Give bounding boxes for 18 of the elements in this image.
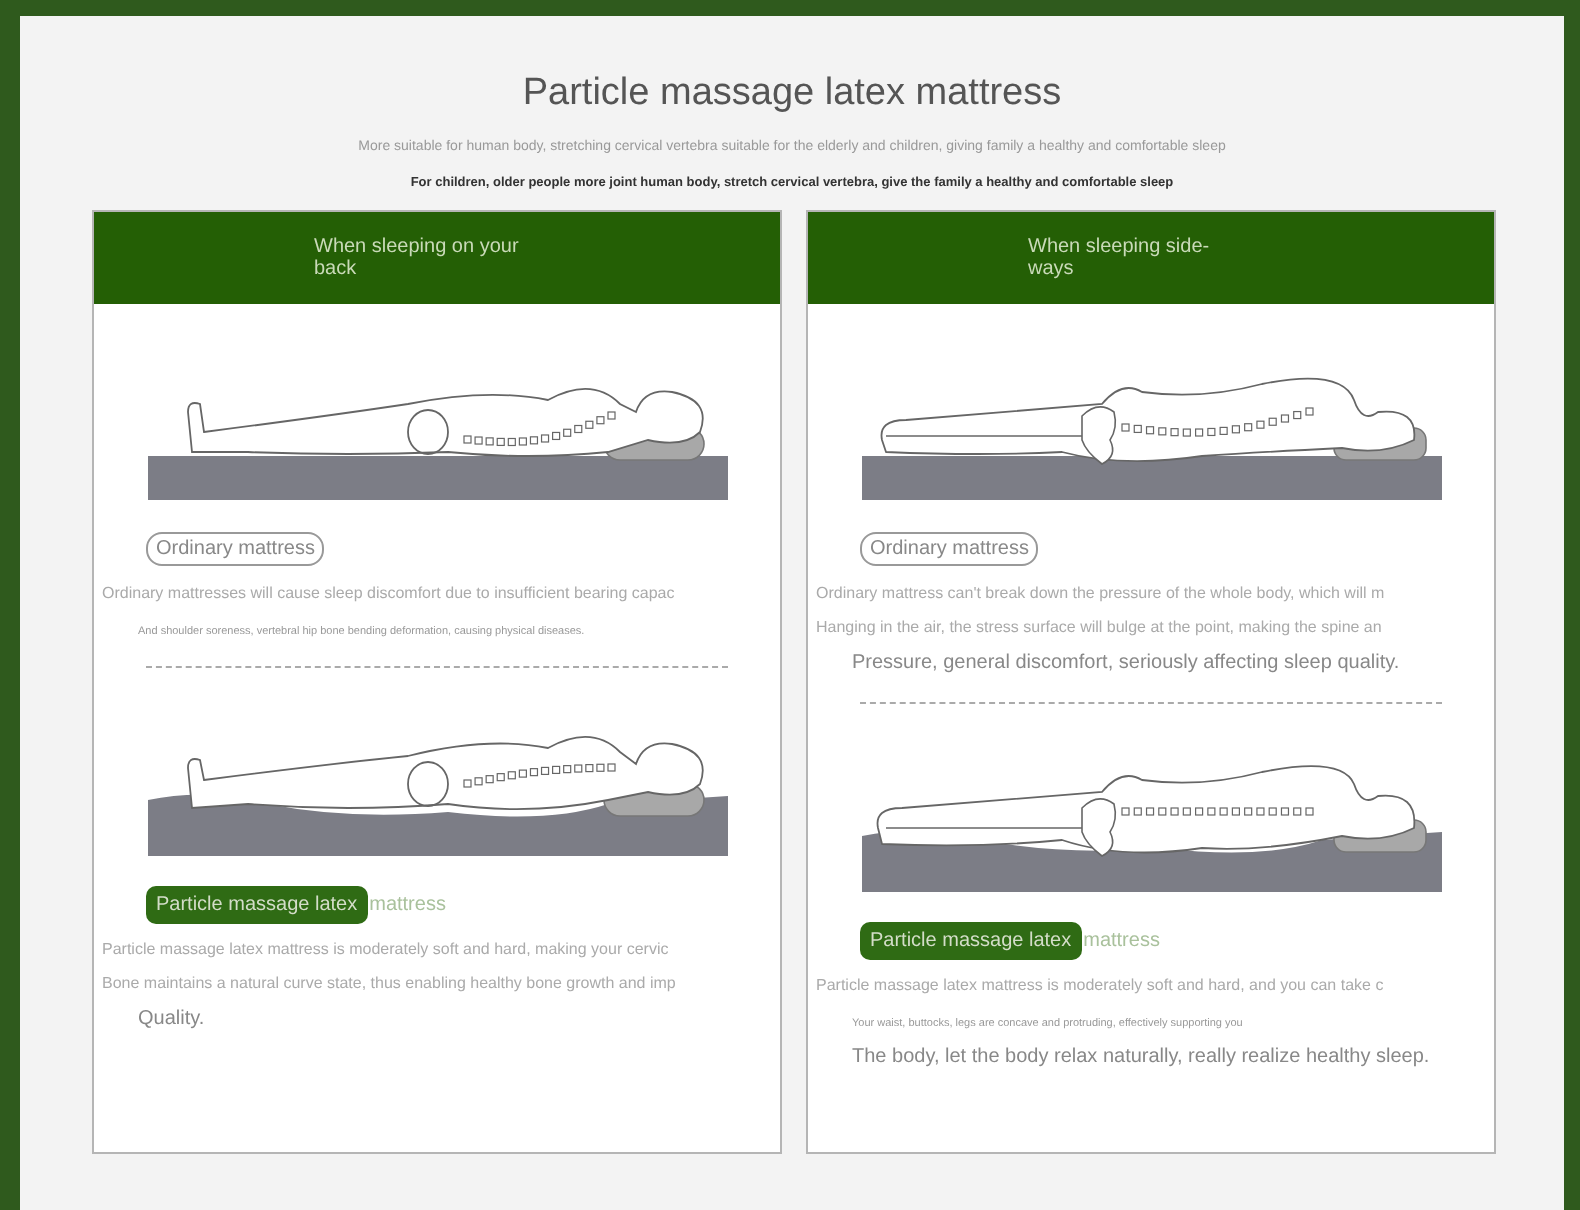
- description-text: Pressure, general discomfort, seriously affecting sleep quality.: [852, 652, 1402, 674]
- description-text: Hanging in the air, the stress surface will bulge at the point, making the spine an: [816, 618, 1384, 636]
- mattress-label: Particle massage latex: [146, 885, 368, 923]
- description-text: Quality.: [138, 1008, 207, 1030]
- card-title: When sleeping side-ways: [1028, 235, 1212, 281]
- mattress-label: Ordinary mattress: [146, 531, 325, 565]
- description-text: Ordinary mattress can't break down the pressure of the whole body, which will m: [816, 584, 1387, 602]
- description-text: Bone maintains a natural curve state, thus enabling healthy bone growth and imp: [102, 974, 678, 992]
- description-text: Particle massage latex mattress is moderately soft and hard, and you can take c: [816, 976, 1386, 994]
- mattress-label: Ordinary mattress: [860, 531, 1039, 565]
- description-text: Ordinary mattresses will cause sleep discomfort due to insufficient bearing capac: [102, 584, 677, 602]
- card-title: When sleeping on your back: [314, 235, 521, 281]
- description-text: The body, let the body relax naturally, really realize healthy sleep.: [852, 1046, 1432, 1068]
- mattress-label: Particle massage latex: [860, 921, 1082, 959]
- mattress-label-suffix: mattress: [1083, 929, 1160, 951]
- page-title: Particle massage latex mattress: [522, 72, 1062, 116]
- description-text: Particle massage latex mattress is moderately soft and hard, making your cervic: [102, 940, 671, 958]
- mattress-label-suffix: mattress: [369, 893, 446, 915]
